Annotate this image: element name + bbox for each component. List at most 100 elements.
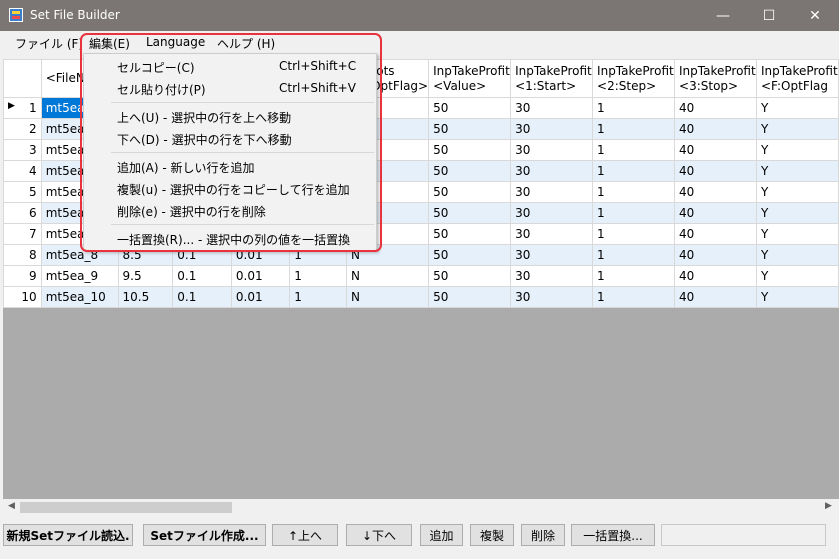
table-cell[interactable]: 50 — [428, 160, 512, 182]
table-cell[interactable]: 1 — [289, 265, 347, 287]
table-cell[interactable]: 30 — [510, 97, 594, 119]
create-set-file-button[interactable]: Setファイル作成... — [143, 524, 266, 546]
table-cell[interactable]: Y — [755, 265, 839, 287]
table-cell[interactable]: 50 — [428, 181, 512, 203]
row-number-label: 10 — [21, 290, 37, 304]
column-header[interactable]: InpTakeProfit <F:OptFlag — [755, 59, 839, 98]
table-cell[interactable]: Y — [755, 286, 839, 308]
table-cell[interactable]: 1 — [289, 286, 347, 308]
column-header[interactable]: InpTakeProfit <3:Stop> — [674, 59, 757, 98]
minimize-button[interactable]: — — [700, 0, 746, 31]
table-cell[interactable]: Y — [755, 202, 839, 224]
table-cell[interactable]: 40 — [674, 181, 757, 203]
delete-row-button[interactable]: 削除 — [521, 524, 565, 546]
table-cell[interactable]: Y — [755, 181, 839, 203]
table-cell[interactable]: 1 — [592, 139, 676, 161]
bulk-replace-button[interactable]: 一括置換... — [571, 524, 655, 546]
horizontal-scrollbar[interactable]: ◀ ▶ — [3, 499, 839, 516]
close-button[interactable]: ✕ — [792, 0, 838, 31]
table-cell[interactable]: 1 — [592, 265, 676, 287]
row-number[interactable]: 3 — [3, 139, 42, 161]
table-cell[interactable]: 1 — [592, 286, 676, 308]
table-cell[interactable]: 0.1 — [172, 286, 232, 308]
scrollbar-thumb[interactable] — [20, 502, 232, 513]
row-number[interactable]: 7 — [3, 223, 42, 245]
table-cell[interactable]: 50 — [428, 223, 512, 245]
table-cell[interactable]: 30 — [510, 118, 594, 140]
add-row-button[interactable]: 追加 — [420, 524, 463, 546]
column-header[interactable]: InpTakeProfit <Value> — [428, 59, 512, 98]
table-cell[interactable]: Y — [755, 223, 839, 245]
row-number[interactable]: 5 — [3, 181, 42, 203]
table-row[interactable]: 9 mt5ea_9 9.5 0.1 0.01 1 N 50 30 1 40 Y — [3, 265, 839, 287]
row-number[interactable]: 9 — [3, 265, 42, 287]
table-cell[interactable]: 1 — [592, 244, 676, 266]
table-cell[interactable]: 40 — [674, 202, 757, 224]
table-cell[interactable]: 50 — [428, 202, 512, 224]
table-cell[interactable]: 30 — [510, 139, 594, 161]
table-cell[interactable]: 50 — [428, 118, 512, 140]
table-cell[interactable]: 40 — [674, 286, 757, 308]
move-down-button[interactable]: ↓下へ — [346, 524, 412, 546]
load-set-file-button[interactable]: 新規Setファイル読込. — [3, 524, 133, 546]
duplicate-row-button[interactable]: 複製 — [470, 524, 514, 546]
row-number[interactable]: 4 — [3, 160, 42, 182]
table-cell[interactable]: mt5ea_9 — [40, 265, 119, 287]
table-cell[interactable]: Y — [755, 118, 839, 140]
scroll-right-icon[interactable]: ▶ — [825, 501, 832, 511]
table-cell[interactable]: 40 — [674, 97, 757, 119]
table-cell[interactable]: N — [345, 265, 430, 287]
table-cell[interactable]: N — [345, 286, 430, 308]
row-number[interactable]: 6 — [3, 202, 42, 224]
row-number[interactable]: 10 — [3, 286, 42, 308]
window-title: Set File Builder — [30, 8, 120, 22]
table-cell[interactable]: 50 — [428, 244, 512, 266]
table-cell[interactable]: 1 — [592, 181, 676, 203]
table-row[interactable]: 10 mt5ea_10 10.5 0.1 0.01 1 N 50 30 1 40 Y — [3, 286, 839, 308]
table-cell[interactable]: 0.01 — [230, 265, 291, 287]
row-number[interactable]: 8 — [3, 244, 42, 266]
table-cell[interactable]: 40 — [674, 118, 757, 140]
table-cell[interactable]: 1 — [592, 97, 676, 119]
table-cell[interactable]: Y — [755, 160, 839, 182]
table-cell[interactable]: Y — [755, 97, 839, 119]
move-up-button[interactable]: ↑上へ — [272, 524, 338, 546]
table-cell[interactable]: Y — [755, 139, 839, 161]
table-cell[interactable]: 1 — [592, 160, 676, 182]
table-cell[interactable]: 0.1 — [172, 265, 232, 287]
table-cell[interactable]: 40 — [674, 265, 757, 287]
table-cell[interactable]: 40 — [674, 223, 757, 245]
table-cell[interactable]: mt5ea_10 — [40, 286, 119, 308]
column-header[interactable]: InpTakeProfit <1:Start> — [510, 59, 594, 98]
table-cell[interactable]: 40 — [674, 160, 757, 182]
table-cell[interactable]: 10.5 — [117, 286, 174, 308]
bottom-toolbar: 新規Setファイル読込. Setファイル作成... ↑上へ ↓下へ 追加 複製 … — [0, 520, 839, 559]
row-number[interactable]: ▶ 1 — [3, 97, 42, 119]
table-cell[interactable]: 9.5 — [117, 265, 174, 287]
table-cell[interactable]: 1 — [592, 202, 676, 224]
table-cell[interactable]: 1 — [592, 223, 676, 245]
table-cell[interactable]: 50 — [428, 265, 512, 287]
column-header[interactable]: InpTakeProfit <2:Step> — [592, 59, 676, 98]
table-cell[interactable]: 30 — [510, 202, 594, 224]
table-cell[interactable]: 50 — [428, 97, 512, 119]
row-number[interactable]: 2 — [3, 118, 42, 140]
table-cell[interactable]: 50 — [428, 139, 512, 161]
table-cell[interactable]: 0.01 — [230, 286, 291, 308]
row-number-label: 4 — [29, 164, 37, 178]
table-cell[interactable]: 30 — [510, 244, 594, 266]
table-cell[interactable]: 30 — [510, 181, 594, 203]
table-cell[interactable]: 30 — [510, 265, 594, 287]
table-cell[interactable]: Y — [755, 244, 839, 266]
table-cell[interactable]: 30 — [510, 223, 594, 245]
table-cell[interactable]: 40 — [674, 244, 757, 266]
table-cell[interactable]: 30 — [510, 160, 594, 182]
row-number-label: 6 — [29, 206, 37, 220]
menu-file[interactable]: ファイル (F) — [15, 35, 83, 52]
maximize-button[interactable]: ☐ — [746, 0, 792, 31]
table-cell[interactable]: 1 — [592, 118, 676, 140]
table-cell[interactable]: 50 — [428, 286, 512, 308]
table-cell[interactable]: 40 — [674, 139, 757, 161]
scroll-left-icon[interactable]: ◀ — [8, 501, 15, 511]
table-cell[interactable]: 30 — [510, 286, 594, 308]
